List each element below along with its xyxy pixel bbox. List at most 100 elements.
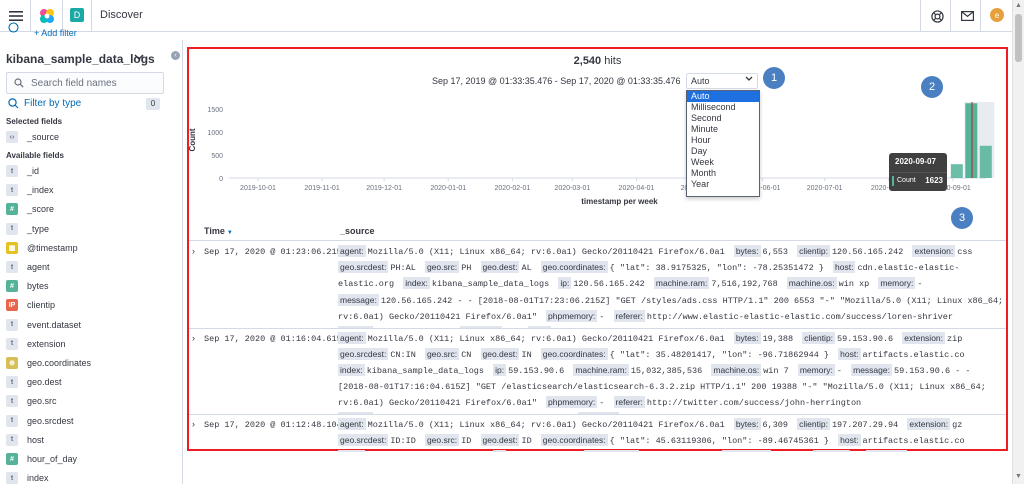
scroll-down-icon[interactable]: ▼ bbox=[1015, 473, 1022, 480]
field-item[interactable]: t _type bbox=[6, 220, 49, 238]
field-item[interactable]: # _score bbox=[6, 200, 54, 218]
field-key: agent: bbox=[338, 332, 366, 344]
hits-number: 2,540 bbox=[573, 55, 602, 67]
field-name: _id bbox=[27, 166, 40, 176]
histogram-chart[interactable]: Count 0 500 1000 1500 2019-10-01 2019-11-01 201… bbox=[189, 97, 1006, 222]
expand-row-icon[interactable]: › bbox=[192, 333, 195, 343]
field-name: agent bbox=[27, 262, 50, 272]
interval-option[interactable]: Day bbox=[687, 146, 759, 157]
field-item[interactable]: t host bbox=[6, 431, 44, 449]
field-value: - bbox=[599, 311, 605, 322]
field-value: 6,309 bbox=[762, 420, 789, 430]
field-type-icon: t bbox=[6, 261, 18, 273]
field-value: 19,388 bbox=[762, 334, 794, 344]
filter-options-icon[interactable] bbox=[8, 22, 19, 33]
field-key: machine.ram: bbox=[573, 364, 629, 377]
interval-option[interactable]: Auto bbox=[687, 91, 759, 102]
y-tick-label: 1500 bbox=[207, 107, 223, 114]
field-item[interactable]: t geo.srcdest bbox=[6, 412, 74, 430]
field-type-icon: t bbox=[6, 472, 18, 485]
field-item[interactable]: t _id bbox=[6, 162, 39, 180]
field-type-icon: t bbox=[6, 222, 18, 235]
search-field-names-input[interactable] bbox=[31, 76, 161, 91]
field-item[interactable]: t _index bbox=[6, 181, 54, 199]
interval-option[interactable]: Month bbox=[687, 168, 759, 179]
field-key: geo.coordinates: bbox=[540, 434, 608, 447]
page-scrollbar[interactable]: ▲ ▼ bbox=[1012, 0, 1024, 484]
interval-option[interactable]: Week bbox=[687, 157, 759, 168]
document-row[interactable]: › Sep 17, 2020 @ 01:23:06.215 agent: Mozill… bbox=[189, 242, 1006, 329]
filter-icon bbox=[8, 98, 19, 109]
field-key: ip: bbox=[493, 364, 507, 377]
field-item[interactable]: t geo.src bbox=[6, 392, 57, 410]
tooltip-date: 2020-09-07 bbox=[895, 157, 936, 166]
field-key: memory: bbox=[797, 364, 835, 377]
field-item[interactable]: IP clientip bbox=[6, 296, 55, 314]
field-item[interactable]: # hour_of_day bbox=[6, 450, 77, 468]
field-type-icon: # bbox=[6, 203, 18, 216]
space-avatar[interactable]: D bbox=[70, 8, 84, 22]
available-fields-heading: Available fields bbox=[6, 151, 64, 160]
help-icon[interactable] bbox=[930, 6, 944, 26]
field-value: zip bbox=[947, 334, 963, 344]
interval-option[interactable]: Year bbox=[687, 179, 759, 190]
field-item[interactable]: t agent bbox=[6, 258, 50, 276]
field-item[interactable]: t event.dataset bbox=[6, 316, 81, 334]
field-item[interactable]: t extension bbox=[6, 335, 66, 353]
divider bbox=[950, 0, 951, 32]
tooltip-value: 1623 bbox=[925, 176, 943, 185]
scroll-up-icon[interactable]: ▲ bbox=[1015, 2, 1022, 9]
user-avatar[interactable]: e bbox=[990, 8, 1004, 22]
interval-option[interactable]: Second bbox=[687, 113, 759, 124]
sort-down-icon[interactable]: ▼ bbox=[227, 230, 233, 236]
app-title: Discover bbox=[100, 9, 143, 21]
interval-select[interactable]: Auto bbox=[686, 73, 758, 89]
field-key: clientip: bbox=[797, 418, 830, 430]
field-key: referer: bbox=[613, 309, 645, 322]
field-value: CN bbox=[461, 350, 472, 361]
kibana-logo-icon[interactable] bbox=[38, 6, 56, 26]
field-value: CN:IN bbox=[390, 350, 416, 361]
field-key: ip: bbox=[558, 277, 572, 290]
filter-by-type-label: Filter by type bbox=[24, 98, 82, 109]
field-value: - bbox=[836, 366, 842, 377]
filter-by-type-button[interactable]: Filter by type bbox=[8, 98, 81, 109]
document-timestamp: Sep 17, 2020 @ 01:16:04.615 bbox=[204, 334, 342, 344]
field-item[interactable]: t geo.dest bbox=[6, 373, 62, 391]
column-header-time[interactable]: Time ▼ bbox=[204, 226, 233, 236]
document-row[interactable]: › Sep 17, 2020 @ 01:12:48.104 agent: Mozill… bbox=[189, 415, 1006, 453]
expand-row-icon[interactable]: › bbox=[192, 419, 195, 429]
field-key: agent: bbox=[338, 418, 366, 430]
field-item[interactable]: # bytes bbox=[6, 277, 49, 295]
field-value: ID bbox=[521, 436, 532, 447]
field-type-icon: t bbox=[6, 433, 18, 446]
selected-fields-heading: Selected fields bbox=[6, 117, 63, 126]
add-filter-button[interactable]: + Add filter bbox=[34, 28, 77, 38]
field-item[interactable]: ▦ @timestamp bbox=[6, 239, 78, 257]
field-key: machine.ram: bbox=[653, 277, 710, 290]
field-name: bytes bbox=[27, 281, 49, 292]
document-row[interactable]: › Sep 17, 2020 @ 01:16:04.615 agent: Mozill… bbox=[189, 329, 1006, 415]
field-item[interactable]: ⊕ geo.coordinates bbox=[6, 354, 91, 372]
mail-icon[interactable] bbox=[960, 6, 974, 26]
chevron-down-icon[interactable] bbox=[134, 53, 144, 64]
field-item[interactable]: t index bbox=[6, 469, 49, 487]
column-header-time-label: Time bbox=[204, 226, 225, 236]
y-tick-label: 500 bbox=[211, 153, 223, 160]
expand-row-icon[interactable]: › bbox=[192, 246, 195, 256]
interval-option[interactable]: Hour bbox=[687, 135, 759, 146]
interval-option[interactable]: Millisecond bbox=[687, 102, 759, 113]
field-name: _index bbox=[27, 185, 54, 196]
field-key: request: bbox=[338, 412, 373, 414]
field-key: index: bbox=[403, 277, 430, 290]
field-item[interactable]: ‹› _source bbox=[6, 128, 59, 146]
field-search[interactable] bbox=[6, 72, 164, 94]
field-type-icon: t bbox=[6, 318, 18, 331]
scrollbar-thumb[interactable] bbox=[1015, 14, 1022, 62]
field-key: response: bbox=[460, 326, 502, 328]
collapse-sidebar-icon[interactable]: ‹ bbox=[171, 51, 180, 60]
index-pattern-selector[interactable]: kibana_sample_data_logs bbox=[6, 52, 155, 66]
field-key: geo.src: bbox=[424, 261, 460, 274]
interval-option[interactable]: Minute bbox=[687, 124, 759, 135]
field-name: event.dataset bbox=[27, 319, 82, 330]
